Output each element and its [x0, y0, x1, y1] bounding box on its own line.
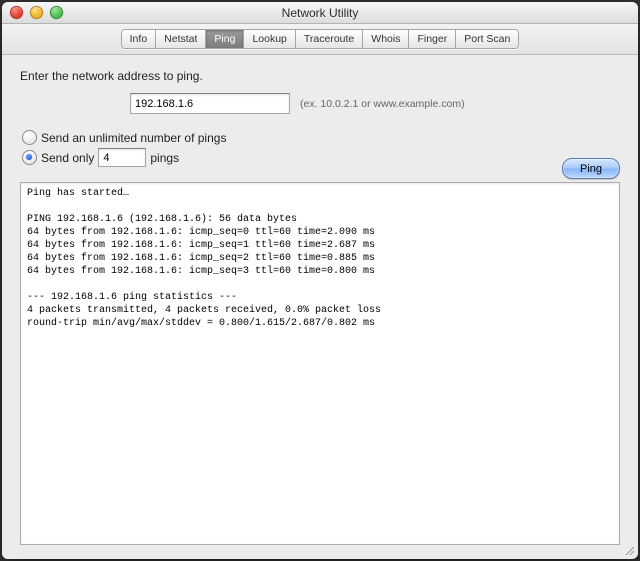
zoom-icon[interactable] [50, 6, 63, 19]
tab-netstat[interactable]: Netstat [156, 30, 206, 48]
address-prompt: Enter the network address to ping. [20, 69, 620, 83]
tab-finger[interactable]: Finger [409, 30, 456, 48]
tab-info[interactable]: Info [122, 30, 157, 48]
traffic-lights [2, 6, 63, 19]
ping-pane: Enter the network address to ping. (ex. … [2, 55, 638, 559]
ping-count-input[interactable] [98, 148, 146, 167]
radio-sendonly-suffix: pings [150, 151, 179, 165]
toolbar: InfoNetstatPingLookupTracerouteWhoisFing… [2, 24, 638, 55]
minimize-icon[interactable] [30, 6, 43, 19]
address-example-hint: (ex. 10.0.2.1 or www.example.com) [300, 98, 465, 110]
radio-sendonly-prefix: Send only [41, 151, 94, 165]
ping-output[interactable]: Ping has started… PING 192.168.1.6 (192.… [20, 182, 620, 545]
close-icon[interactable] [10, 6, 23, 19]
resize-grip-icon[interactable] [623, 544, 635, 556]
tab-whois[interactable]: Whois [363, 30, 409, 48]
ping-button[interactable]: Ping [562, 158, 620, 179]
tab-bar: InfoNetstatPingLookupTracerouteWhoisFing… [121, 29, 520, 49]
radio-unlimited-label: Send an unlimited number of pings [41, 131, 226, 145]
tab-lookup[interactable]: Lookup [244, 30, 295, 48]
ping-address-input[interactable] [130, 93, 290, 114]
radio-unlimited-row[interactable]: Send an unlimited number of pings [22, 130, 620, 145]
address-row: (ex. 10.0.2.1 or www.example.com) [130, 93, 620, 114]
tab-ping[interactable]: Ping [206, 30, 244, 48]
ping-button-label: Ping [580, 163, 602, 175]
window-title: Network Utility [2, 6, 638, 20]
titlebar: Network Utility [2, 2, 638, 24]
tab-traceroute[interactable]: Traceroute [296, 30, 363, 48]
ping-count-group: Send an unlimited number of pings Send o… [22, 130, 620, 170]
network-utility-window: Network Utility InfoNetstatPingLookupTra… [2, 2, 638, 559]
radio-sendonly[interactable] [22, 150, 37, 165]
tab-port-scan[interactable]: Port Scan [456, 30, 518, 48]
radio-unlimited[interactable] [22, 130, 37, 145]
radio-sendonly-row[interactable]: Send only pings [22, 148, 620, 167]
